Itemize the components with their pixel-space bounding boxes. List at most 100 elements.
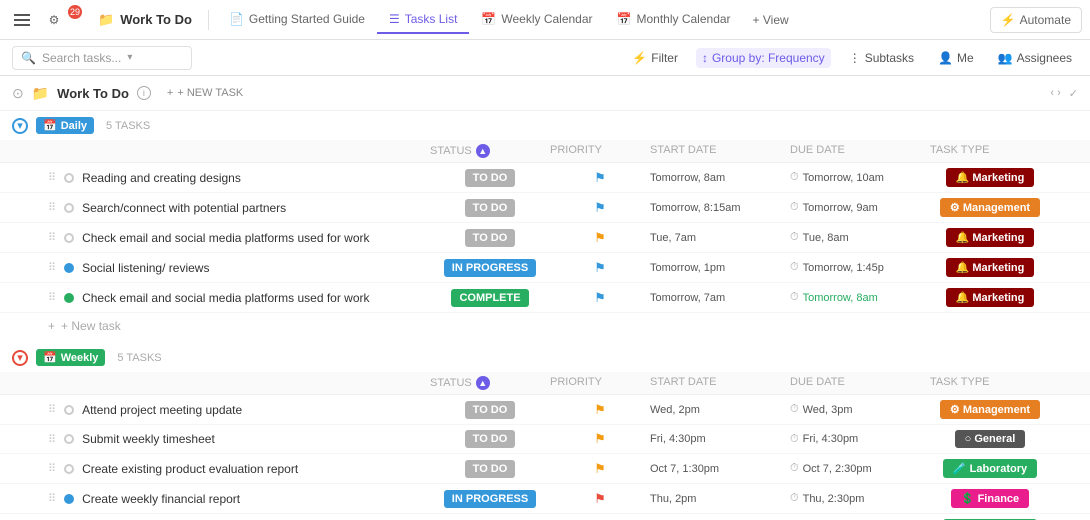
task-type-cell[interactable]: ⚙ Management <box>930 198 1050 217</box>
tab-monthly-calendar[interactable]: 📅 Monthly Calendar <box>605 6 743 34</box>
task-type-cell[interactable]: 🔔 Marketing <box>930 228 1050 247</box>
task-name[interactable]: Attend project meeting update <box>82 403 242 417</box>
new-task-label: + NEW TASK <box>177 87 243 99</box>
task-name[interactable]: Check email and social media platforms u… <box>82 291 369 305</box>
group-daily-badge: 📅 Daily <box>36 117 94 134</box>
task-name[interactable]: Check email and social media platforms u… <box>82 231 369 245</box>
task-type-cell[interactable]: 🔔 Marketing <box>930 288 1050 307</box>
priority-flag-icon[interactable]: ⚑ <box>594 491 606 507</box>
task-status-cell[interactable]: IN PROGRESS <box>430 259 550 277</box>
automate-button[interactable]: ⚡ Automate <box>990 7 1082 33</box>
gear-button[interactable]: ⚙ <box>40 6 68 34</box>
priority-flag-icon[interactable]: ⚑ <box>594 230 606 246</box>
task-name[interactable]: Reading and creating designs <box>82 171 241 185</box>
group-daily-toggle[interactable]: ▾ <box>12 118 28 134</box>
status-badge[interactable]: TO DO <box>465 229 516 247</box>
filter-button[interactable]: ⚡ Filter <box>626 48 684 68</box>
status-info-icon[interactable]: ▲ <box>476 144 490 158</box>
task-priority-cell[interactable]: ⚑ <box>550 200 650 216</box>
task-type-cell[interactable]: 🔔 Marketing <box>930 168 1050 187</box>
task-type-badge[interactable]: 💲 Finance <box>951 489 1029 508</box>
task-type-cell[interactable]: 🧪 Laboratory <box>930 459 1050 478</box>
task-name[interactable]: Social listening/ reviews <box>82 261 209 275</box>
task-row: ⠿ Search/connect with potential partners… <box>0 193 1090 223</box>
task-priority-cell[interactable]: ⚑ <box>550 402 650 418</box>
task-dot <box>64 263 74 273</box>
search-box[interactable]: 🔍 Search tasks... ▾ <box>12 46 192 70</box>
priority-flag-icon[interactable]: ⚑ <box>594 431 606 447</box>
task-status-cell[interactable]: TO DO <box>430 460 550 478</box>
search-input-placeholder: Search tasks... <box>42 51 121 65</box>
task-name[interactable]: Submit weekly timesheet <box>82 432 215 446</box>
task-name[interactable]: Search/connect with potential partners <box>82 201 286 215</box>
task-priority-cell[interactable]: ⚑ <box>550 260 650 276</box>
priority-flag-icon[interactable]: ⚑ <box>594 200 606 216</box>
task-type-cell[interactable]: 🔔 Marketing <box>930 258 1050 277</box>
task-status-cell[interactable]: TO DO <box>430 229 550 247</box>
project-collapse-button[interactable]: ⊙ <box>12 85 24 102</box>
task-name[interactable]: Create weekly financial report <box>82 492 240 506</box>
task-type-badge[interactable]: 🧪 Laboratory <box>943 459 1037 478</box>
task-type-badge[interactable]: 🔔 Marketing <box>946 288 1035 307</box>
hamburger-button[interactable] <box>8 6 36 34</box>
add-view-button[interactable]: + View <box>743 7 799 33</box>
priority-flag-icon[interactable]: ⚑ <box>594 461 606 477</box>
priority-flag-icon[interactable]: ⚑ <box>594 260 606 276</box>
status-badge[interactable]: COMPLETE <box>451 289 528 307</box>
task-priority-cell[interactable]: ⚑ <box>550 461 650 477</box>
task-priority-cell[interactable]: ⚑ <box>550 230 650 246</box>
status-badge[interactable]: IN PROGRESS <box>444 490 536 508</box>
group-by-button[interactable]: ↕ Group by: Frequency <box>696 48 831 68</box>
task-row: ⠿ Reading and creating designs TO DO ⚑ T… <box>0 163 1090 193</box>
tab-weekly-calendar[interactable]: 📅 Weekly Calendar <box>469 6 604 34</box>
task-status-cell[interactable]: COMPLETE <box>430 289 550 307</box>
task-status-cell[interactable]: TO DO <box>430 401 550 419</box>
new-task-button[interactable]: + + NEW TASK <box>159 84 251 102</box>
collapse-all-icon[interactable]: ‹ › <box>1050 87 1060 99</box>
task-type-badge[interactable]: 🔔 Marketing <box>946 228 1035 247</box>
daily-new-task-row[interactable]: + + New task <box>0 313 1090 339</box>
status-badge[interactable]: TO DO <box>465 199 516 217</box>
expand-icon[interactable]: ✓ <box>1069 87 1078 100</box>
task-status-cell[interactable]: TO DO <box>430 430 550 448</box>
task-type-badge[interactable]: 🔔 Marketing <box>946 168 1035 187</box>
me-button[interactable]: 👤 Me <box>932 48 980 68</box>
me-label: Me <box>957 51 974 65</box>
task-type-cell[interactable]: ⚙ Management <box>930 400 1050 419</box>
task-name[interactable]: Create existing product evaluation repor… <box>82 462 298 476</box>
task-start-date: Thu, 2pm <box>650 493 790 505</box>
plus-icon: + <box>167 87 173 99</box>
priority-flag-icon[interactable]: ⚑ <box>594 402 606 418</box>
status-badge[interactable]: TO DO <box>465 460 516 478</box>
project-info-icon[interactable]: i <box>137 86 151 100</box>
tab-tasks-list[interactable]: ☰ Tasks List <box>377 6 469 34</box>
task-status-cell[interactable]: IN PROGRESS <box>430 490 550 508</box>
priority-flag-icon[interactable]: ⚑ <box>594 170 606 186</box>
task-priority-cell[interactable]: ⚑ <box>550 491 650 507</box>
task-type-cell[interactable]: 💲 Finance <box>930 489 1050 508</box>
task-type-badge[interactable]: ○ General <box>955 430 1026 448</box>
status-badge[interactable]: IN PROGRESS <box>444 259 536 277</box>
subtasks-button[interactable]: ⋮ Subtasks <box>843 48 920 68</box>
assignees-button[interactable]: 👥 Assignees <box>992 48 1078 68</box>
task-type-badge[interactable]: ⚙ Management <box>940 198 1040 217</box>
task-type-cell[interactable]: ○ General <box>930 430 1050 448</box>
task-priority-cell[interactable]: ⚑ <box>550 431 650 447</box>
task-status-cell[interactable]: TO DO <box>430 199 550 217</box>
status-badge[interactable]: TO DO <box>465 430 516 448</box>
wcol-start-header: START DATE <box>650 376 790 390</box>
status-badge[interactable]: TO DO <box>465 401 516 419</box>
tab-monthly-calendar-label: Monthly Calendar <box>636 12 730 26</box>
task-priority-cell[interactable]: ⚑ <box>550 290 650 306</box>
task-start-date: Fri, 4:30pm <box>650 433 790 445</box>
priority-flag-icon[interactable]: ⚑ <box>594 290 606 306</box>
task-type-badge[interactable]: ⚙ Management <box>940 400 1040 419</box>
task-name-cell: ⠿ Attend project meeting update <box>48 403 430 417</box>
task-priority-cell[interactable]: ⚑ <box>550 170 650 186</box>
status-badge[interactable]: TO DO <box>465 169 516 187</box>
tab-getting-started[interactable]: 📄 Getting Started Guide <box>217 6 377 34</box>
task-type-badge[interactable]: 🔔 Marketing <box>946 258 1035 277</box>
task-status-cell[interactable]: TO DO <box>430 169 550 187</box>
wstatus-info-icon[interactable]: ▲ <box>476 376 490 390</box>
group-weekly-toggle[interactable]: ▾ <box>12 350 28 366</box>
